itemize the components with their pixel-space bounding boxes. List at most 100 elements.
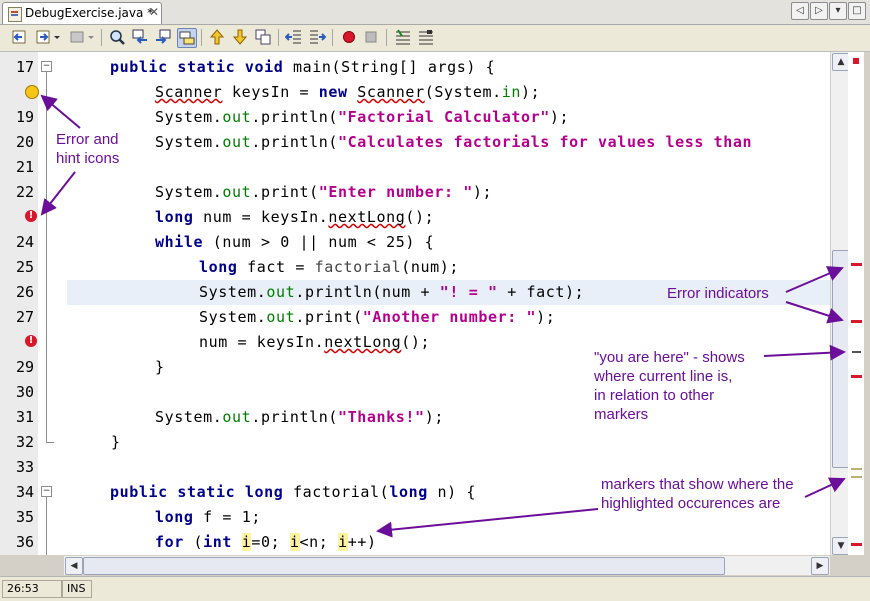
code-text: (	[379, 483, 390, 501]
code-text: (num >	[203, 233, 281, 251]
code-text: ();	[401, 333, 431, 351]
code-text: );	[536, 308, 556, 326]
scroll-left-button[interactable]: ◀	[65, 557, 83, 575]
toolbar-separator	[101, 29, 102, 46]
find-icon[interactable]	[108, 28, 126, 46]
code-text: keysIn =	[222, 83, 319, 101]
status-marker[interactable]	[853, 58, 859, 64]
code-error-token: nextLong	[328, 208, 406, 226]
code-text: }	[111, 433, 121, 451]
toggle-highlight-icon[interactable]	[177, 28, 197, 48]
annotation-line: hint icons	[56, 150, 120, 167]
collapse-fold-icon[interactable]: −	[41, 486, 52, 497]
code-line[interactable]: System.out.println("Calculates factorial…	[155, 133, 752, 151]
find-next-icon[interactable]	[154, 28, 172, 46]
code-field: out	[222, 108, 252, 126]
line-number: 30	[15, 383, 34, 401]
tab-debugexercise[interactable]: DebugExercise.java * ✕	[2, 2, 162, 24]
code-line[interactable]: public static void main(String[] args) {	[110, 58, 495, 76]
current-line-marker[interactable]	[852, 351, 861, 353]
show-opened-documents-button[interactable]: ▾	[829, 2, 847, 20]
code-text: (	[183, 533, 204, 551]
code-keyword: int	[203, 533, 233, 551]
error-icon[interactable]: !	[25, 335, 37, 347]
stop-macro-icon[interactable]	[362, 28, 380, 46]
code-field: out	[266, 283, 296, 301]
chevron-down-icon[interactable]	[52, 28, 62, 46]
comment-icon[interactable]	[394, 28, 412, 46]
shift-right-icon[interactable]	[308, 28, 327, 46]
error-marker[interactable]	[851, 263, 862, 266]
occurrence-marker[interactable]	[851, 468, 862, 470]
code-line[interactable]: System.out.println("Factorial Calculator…	[155, 108, 569, 126]
code-text: ();	[405, 208, 435, 226]
error-stripe[interactable]	[848, 52, 864, 555]
close-tab-icon[interactable]: ✕	[149, 5, 159, 19]
code-text: ) {	[405, 233, 435, 251]
maximize-window-button[interactable]: □	[848, 2, 866, 20]
vertical-scrollbar[interactable]: ▲ ▼	[830, 52, 850, 555]
code-keyword: long	[199, 258, 238, 276]
status-bar: 26:53 INS	[0, 576, 870, 601]
scroll-right-button[interactable]: ▶	[811, 557, 829, 575]
previous-bookmark-icon[interactable]	[208, 28, 226, 46]
code-text: );	[521, 83, 541, 101]
code-error-token: Scanner	[155, 83, 223, 101]
error-icon[interactable]: !	[25, 210, 37, 222]
error-marker[interactable]	[851, 320, 862, 323]
code-text: .print(	[295, 308, 363, 326]
code-line[interactable]: num = keysIn.nextLong();	[199, 333, 430, 351]
shift-left-icon[interactable]	[284, 28, 303, 46]
code-text: (System.	[424, 83, 502, 101]
line-number-gutter[interactable]	[0, 52, 39, 555]
next-bookmark-icon[interactable]	[231, 28, 249, 46]
toggle-bookmark-icon[interactable]	[254, 28, 272, 46]
code-line[interactable]: }	[111, 433, 121, 451]
code-text: ++)	[347, 533, 377, 551]
code-line[interactable]: System.out.print("Another number: ");	[199, 308, 555, 326]
horizontal-scroll-thumb[interactable]	[83, 557, 725, 575]
find-previous-icon[interactable]	[131, 28, 149, 46]
scroll-tabs-left-button[interactable]: ◁	[791, 2, 809, 20]
code-line[interactable]: System.out.println(num + "! = " + fact);	[199, 283, 584, 301]
occurrence-marker[interactable]	[851, 476, 862, 478]
code-line[interactable]: long num = keysIn.nextLong();	[155, 208, 434, 226]
code-text: + fact);	[497, 283, 585, 301]
annotation-error-indicators: Error indicators	[667, 284, 769, 303]
code-text: );	[549, 108, 570, 126]
error-marker[interactable]	[851, 375, 862, 378]
collapse-fold-icon[interactable]: −	[41, 61, 52, 72]
code-text: num = keysIn.	[199, 333, 325, 351]
code-line[interactable]: Scanner keysIn = new Scanner(System.in);	[155, 83, 540, 101]
go-forward-icon[interactable]	[34, 28, 52, 46]
code-keyword: public static void	[110, 58, 284, 76]
chevron-down-icon[interactable]	[86, 28, 96, 46]
go-back-icon[interactable]	[10, 28, 28, 46]
code-line[interactable]: }	[155, 358, 165, 376]
code-line[interactable]: while (num > 0 || num < 25) {	[155, 233, 434, 251]
code-line[interactable]: long fact = factorial(num);	[199, 258, 459, 276]
scroll-tabs-right-button[interactable]: ▷	[810, 2, 828, 20]
code-editor[interactable]: − − ! ! 17 19 20 21 22 24 25 26 27 29 30…	[0, 52, 846, 555]
line-number: 34	[15, 483, 34, 501]
uncomment-icon[interactable]	[417, 28, 435, 46]
hint-bulb-icon[interactable]	[25, 85, 39, 99]
code-keyword: long	[155, 508, 194, 526]
code-line[interactable]: System.out.print("Enter number: ");	[155, 183, 492, 201]
code-text: .println(	[251, 133, 339, 151]
start-macro-icon[interactable]	[340, 28, 358, 46]
code-number: 0	[280, 233, 290, 251]
code-text: );	[472, 183, 493, 201]
horizontal-scrollbar[interactable]: ◀ ▶	[64, 556, 830, 575]
error-marker[interactable]	[851, 543, 862, 546]
line-number: 22	[15, 183, 34, 201]
code-line[interactable]: public static long factorial(long n) {	[110, 483, 476, 501]
last-edit-icon[interactable]	[68, 28, 86, 46]
code-line[interactable]: long f = 1;	[155, 508, 261, 526]
code-line[interactable]: System.out.println("Thanks!");	[155, 408, 444, 426]
code-field: in	[501, 83, 522, 101]
code-text: .println(	[251, 108, 339, 126]
code-line[interactable]: for (int i=0; i<n; i++)	[155, 533, 377, 551]
